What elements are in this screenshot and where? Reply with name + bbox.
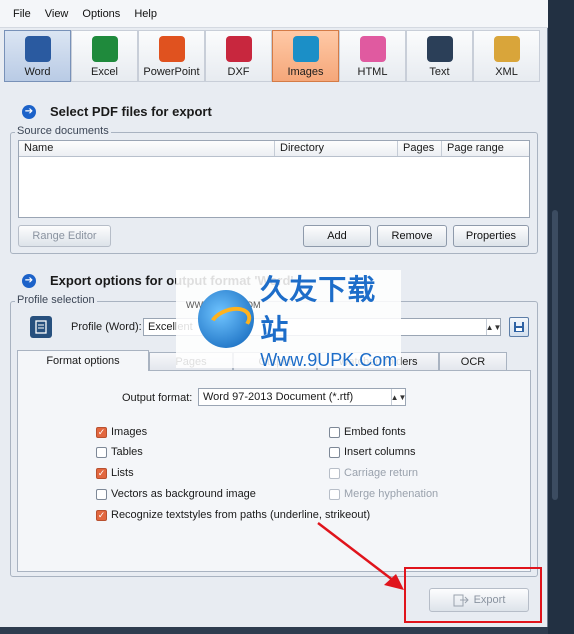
status-strip — [0, 627, 548, 634]
option-tables[interactable]: Tables — [96, 446, 143, 458]
background-edge — [548, 0, 574, 634]
text-icon — [426, 36, 453, 62]
tab-ocr[interactable]: OCR — [439, 352, 507, 371]
word-icon — [24, 36, 51, 62]
properties-button[interactable]: Properties — [453, 225, 529, 247]
menu-file[interactable]: File — [6, 6, 38, 22]
checkbox-icon[interactable] — [329, 446, 340, 458]
option-insert-columns[interactable]: Insert columns — [329, 446, 416, 458]
background-scrollbar — [552, 210, 558, 500]
dxf-icon — [225, 36, 252, 62]
column-pages[interactable]: Pages — [398, 141, 442, 156]
menu-options[interactable]: Options — [75, 6, 127, 22]
excel-icon — [91, 36, 118, 62]
format-toolbar: Word Excel PowerPoint DXF Images HTML Text XML — [4, 30, 540, 82]
option-carriage-return[interactable]: Carriage return — [329, 467, 418, 479]
watermark: WWW.9UPK.COM 久友下载站 Www.9UPK.Com — [176, 270, 401, 370]
checkbox-icon[interactable] — [329, 467, 340, 479]
menu-help[interactable]: Help — [127, 6, 164, 22]
xml-icon — [493, 36, 520, 62]
spin-arrows-icon[interactable]: ▲▼ — [486, 319, 500, 335]
profile-label: Profile (Word): — [71, 321, 142, 333]
menu-bar: File View Options Help — [0, 0, 548, 28]
annotation-highlight-box — [404, 567, 542, 623]
option-lists[interactable]: ✓ Lists — [96, 467, 134, 479]
source-documents-table[interactable]: Name Directory Pages Page range — [18, 140, 530, 218]
arrow-right-icon: ➔ — [22, 104, 36, 119]
option-vectors-as-background-image[interactable]: Vectors as background image — [96, 488, 256, 500]
checkbox-icon[interactable] — [96, 446, 107, 458]
watermark-logo-icon — [198, 290, 255, 348]
powerpoint-icon — [158, 36, 185, 62]
toolbar-text-button[interactable]: Text — [406, 30, 473, 82]
column-directory[interactable]: Directory — [275, 141, 398, 156]
option-embed-fonts[interactable]: Embed fonts — [329, 426, 406, 438]
checkbox-checked-icon[interactable]: ✓ — [96, 467, 107, 479]
toolbar-dxf-button[interactable]: DXF — [205, 30, 272, 82]
spin-arrows-icon[interactable]: ▲▼ — [391, 389, 405, 405]
toolbar-html-button[interactable]: HTML — [339, 30, 406, 82]
column-name[interactable]: Name — [19, 141, 275, 156]
html-icon — [359, 36, 386, 62]
remove-button[interactable]: Remove — [377, 225, 447, 247]
option-merge-hyphenation[interactable]: Merge hyphenation — [329, 488, 438, 500]
column-page-range[interactable]: Page range — [442, 141, 529, 156]
add-button[interactable]: Add — [303, 225, 371, 247]
tab-format-options[interactable]: Format options — [17, 350, 149, 371]
checkbox-icon[interactable] — [329, 488, 340, 500]
checkbox-checked-icon[interactable]: ✓ — [96, 509, 107, 521]
toolbar-excel-button[interactable]: Excel — [71, 30, 138, 82]
images-icon — [292, 36, 319, 62]
save-profile-button[interactable] — [509, 317, 529, 337]
toolbar-xml-button[interactable]: XML — [473, 30, 540, 82]
toolbar-powerpoint-button[interactable]: PowerPoint — [138, 30, 205, 82]
output-format-label: Output format: — [122, 392, 193, 404]
checkbox-icon[interactable] — [329, 426, 340, 438]
save-icon — [514, 322, 524, 332]
range-editor-button[interactable]: Range Editor — [18, 225, 111, 247]
option-images[interactable]: ✓ Images — [96, 426, 147, 438]
table-header: Name Directory Pages Page range — [19, 141, 529, 157]
arrow-right-icon: ➔ — [22, 273, 36, 288]
menu-view[interactable]: View — [38, 6, 76, 22]
word-document-icon — [30, 316, 52, 338]
toolbar-word-button[interactable]: Word — [4, 30, 71, 82]
checkbox-icon[interactable] — [96, 488, 107, 500]
option-recognize-textstyles-from-paths-underline-strikeout[interactable]: ✓ Recognize textstyles from paths (underl… — [96, 509, 370, 521]
output-format-combo[interactable]: Word 97-2013 Document (*.rtf) ▲▼ — [198, 388, 406, 406]
toolbar-images-button[interactable]: Images — [272, 30, 339, 82]
select-section-title: ➔ Select PDF files for export — [22, 104, 212, 119]
checkbox-checked-icon[interactable]: ✓ — [96, 426, 107, 438]
